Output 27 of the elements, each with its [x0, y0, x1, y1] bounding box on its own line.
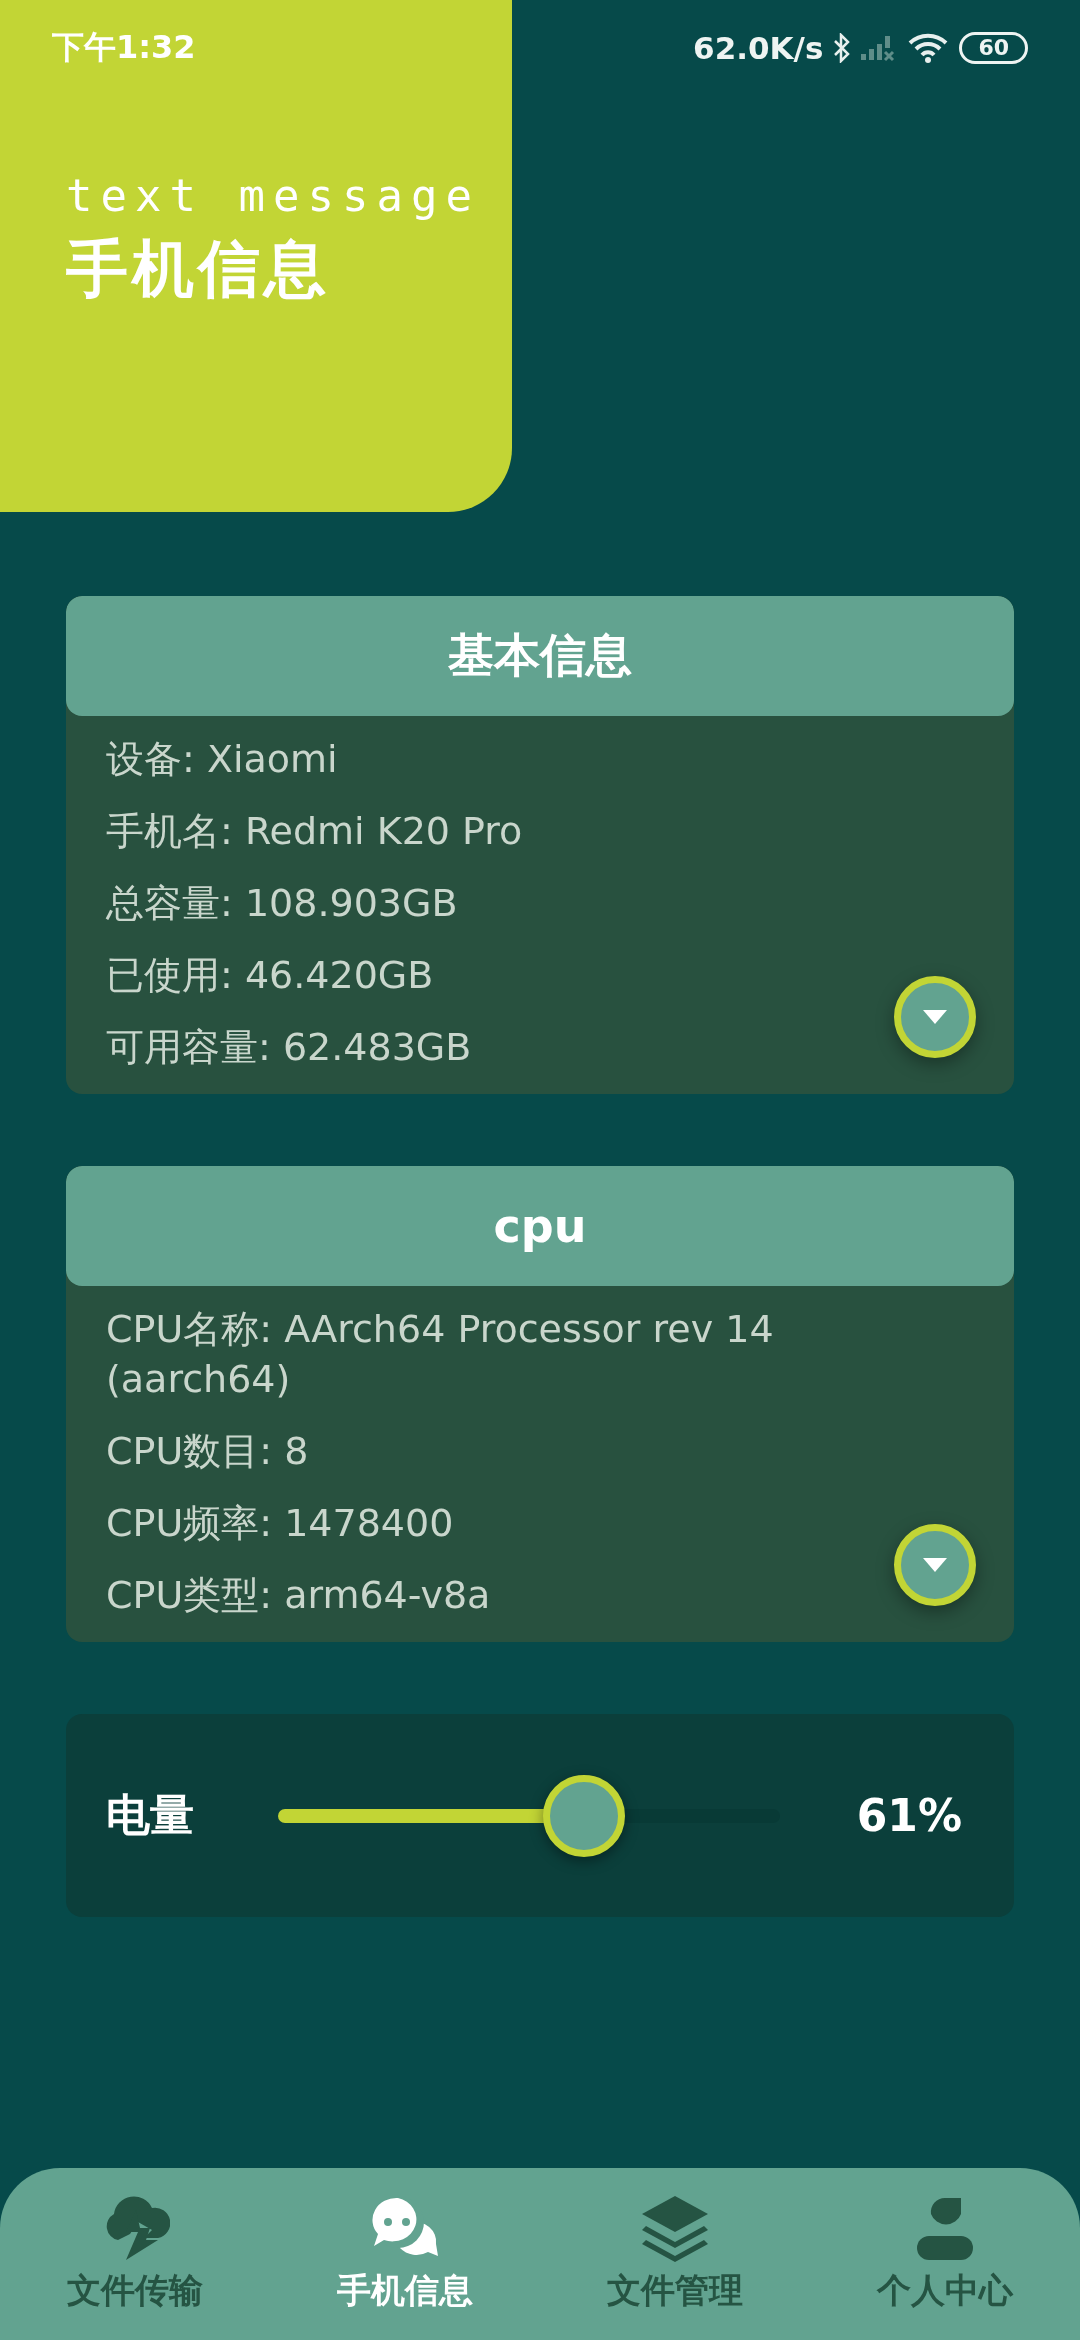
nav-tab[interactable]: 手机信息	[270, 2168, 540, 2340]
battery-indicator: 60	[959, 32, 1028, 64]
wifi-icon	[907, 32, 950, 64]
caret-icon	[922, 1009, 948, 1025]
info-line: CPU数目: 8	[106, 1428, 310, 1475]
info-line: CPU频率: 1478400	[106, 1500, 455, 1547]
battery-label: 电量	[106, 1788, 195, 1842]
status-time: 下午1:32	[52, 27, 196, 68]
info-line: 手机名: Redmi K20 Pro	[106, 808, 524, 855]
info-line: CPU类型: arm64-v8a	[106, 1572, 492, 1619]
header-title: 手机信息	[66, 231, 331, 307]
caret-icon	[922, 1557, 948, 1573]
info-line: 设备: Xiaomi	[106, 736, 339, 783]
card-title: cpu	[493, 1199, 587, 1253]
nav-tab[interactable]: 文件传输	[0, 2168, 270, 2340]
bluetooth-icon	[833, 33, 852, 63]
info-line: CPU名称: AArch64 Processor rev 14 (aarch64)	[106, 1306, 775, 1403]
layers-icon	[640, 2194, 710, 2262]
nav-tab[interactable]: 个人中心	[810, 2168, 1080, 2340]
nav-tab[interactable]: 文件管理	[540, 2168, 810, 2340]
battery-percent: 61%	[856, 1790, 962, 1841]
info-line: 已使用: 46.420GB	[106, 952, 435, 999]
info-line: 可用容量: 62.483GB	[106, 1024, 473, 1071]
card-title: 基本信息	[448, 627, 632, 684]
header-subtitle: text message	[66, 170, 481, 221]
info-line: 总容量: 108.903GB	[106, 880, 459, 927]
network-speed: 62.0K/s	[693, 30, 824, 66]
